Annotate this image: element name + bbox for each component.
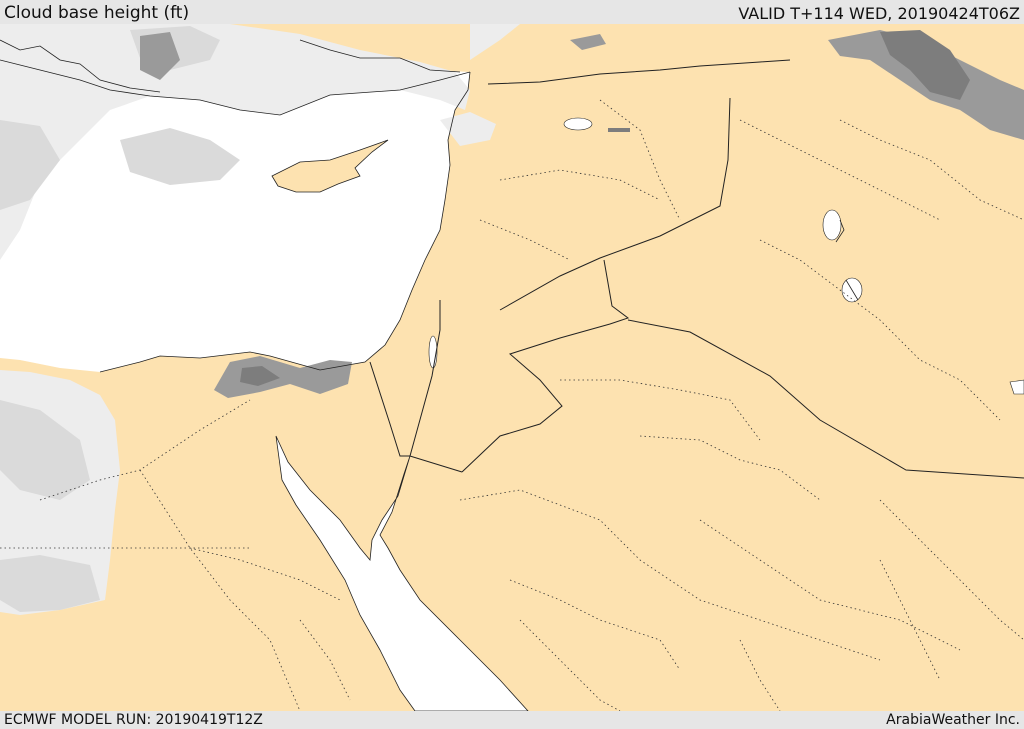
weather-map[interactable]: [0, 24, 1024, 711]
lake-van: [563, 117, 593, 131]
map-title: Cloud base height (ft): [4, 3, 190, 23]
footer-bar: ECMWF MODEL RUN: 20190419T12Z ArabiaWeat…: [0, 711, 1024, 729]
model-run: ECMWF MODEL RUN: 20190419T12Z: [4, 712, 263, 728]
valid-time: VALID T+114 WED, 20190424T06Z: [738, 4, 1020, 23]
header-bar: Cloud base height (ft) VALID T+114 WED, …: [0, 0, 1024, 24]
lake-tharthar: [822, 209, 842, 241]
credit-label: ArabiaWeather Inc.: [886, 712, 1020, 728]
